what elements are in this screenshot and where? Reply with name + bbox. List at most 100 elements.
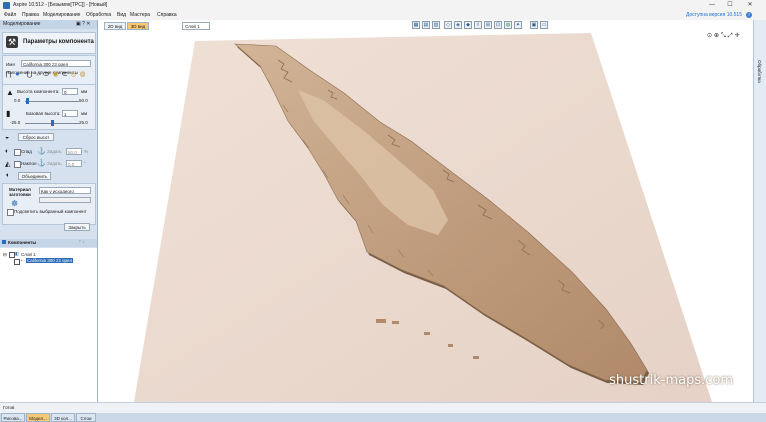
tree-expand-icon[interactable]: ⊟: [3, 252, 7, 258]
menu-machining[interactable]: Обработка: [86, 12, 111, 18]
height-max: 50.0: [79, 98, 88, 103]
island-4: [448, 344, 453, 347]
machining-strip[interactable]: Обработка: [753, 20, 766, 402]
tilt-icon: ◭: [5, 161, 11, 168]
highlight-label: Подсветить выбранный компонент: [14, 209, 87, 214]
tilt-checkbox[interactable]: [14, 161, 21, 168]
tab-modeling[interactable]: Модел...: [26, 413, 50, 422]
overlay-min-icon[interactable]: ⊂: [61, 71, 68, 78]
name-label: Имя: [6, 62, 15, 67]
tilt-unit: °: [84, 161, 86, 166]
base-height-max: 25.0: [79, 120, 88, 125]
tilt-input[interactable]: 0.0: [66, 160, 82, 167]
height-unit: мм: [81, 89, 88, 94]
anchor-icon: ⚓: [37, 148, 46, 155]
tilt-set-label: Задать: [47, 161, 62, 166]
base-height-label: Базовая высота:: [26, 111, 61, 116]
menu-help[interactable]: Справка: [157, 12, 177, 18]
tab-drawing[interactable]: Рисова...: [1, 413, 25, 422]
status-bar: Готов: [0, 402, 766, 413]
minimize-button[interactable]: —: [704, 1, 720, 10]
menu-file[interactable]: Файл: [4, 12, 16, 18]
maximize-button[interactable]: ☐: [722, 1, 738, 10]
material-label: Материал заготовки: [9, 187, 31, 197]
machining-strip-label: Обработка: [757, 60, 762, 83]
base-height-icon: ▮: [6, 109, 11, 118]
panel-header-icons[interactable]: ▣ ? ✕: [76, 21, 90, 27]
name-input[interactable]: California 300 z3 opeл: [21, 60, 91, 67]
fade-input[interactable]: 50.0: [66, 148, 82, 155]
move-arrows-icon[interactable]: ⇡⇣: [78, 239, 86, 245]
app-icon: [3, 2, 10, 9]
base-height-input[interactable]: 1: [62, 110, 78, 117]
components-title: Компоненты: [8, 240, 37, 245]
layer-folder-icon: ◧: [15, 251, 20, 256]
tree-layer[interactable]: Слой 1: [21, 252, 36, 257]
menu-modeling[interactable]: Моделирование: [43, 12, 80, 18]
overlay-low-icon[interactable]: ◌: [34, 71, 41, 78]
overlay-multiply-icon[interactable]: ◉: [52, 71, 59, 78]
reset-icon: ◒: [5, 134, 10, 141]
overlay-color-icon[interactable]: ◍: [79, 71, 86, 78]
modeling-panel: Моделирование ▣ ? ✕ ⚒ Параметры компонен…: [0, 20, 98, 422]
components-tree: ⊟ ◧ Слой 1 ◔ California 300 z3 opeл: [0, 248, 97, 408]
3d-viewport[interactable]: 2D вид 3D вид Слой 1 ▦ ▤ ▥ ◇ ◈ ◆ ◊ ⊞ ⊡ ◍…: [98, 20, 753, 402]
upgrade-link[interactable]: Доступна версия 10.515: [686, 12, 742, 18]
height-label: Высота компонента:: [17, 89, 60, 94]
merge-button[interactable]: Объединить: [18, 172, 51, 180]
reset-heights-button[interactable]: Сброс высот: [18, 133, 54, 141]
component-icon: ◔: [20, 258, 23, 263]
menu-edit[interactable]: Правка: [22, 12, 39, 18]
material-slider[interactable]: [39, 197, 91, 203]
panel-header: Моделирование ▣ ? ✕: [0, 20, 97, 29]
island-3: [424, 332, 430, 335]
base-height-unit: мм: [81, 111, 88, 116]
watermark: shustrik-maps.com: [609, 373, 733, 388]
height-section: ▲ Высота компонента: 0 мм 0.0 50.0 ▮ Баз…: [2, 84, 96, 130]
overlay-max-icon[interactable]: ◎: [70, 71, 77, 78]
overlay-merge-icon[interactable]: ●: [14, 71, 21, 78]
fade-unit: %: [84, 149, 89, 154]
tab-3d-clipart[interactable]: 3D кол...: [51, 413, 75, 422]
fade-icon: ◐: [5, 148, 10, 155]
panel-title: Моделирование: [3, 21, 41, 27]
components-header: Компоненты ⇡⇣: [0, 239, 97, 247]
wrench-icon: ⚒: [6, 36, 18, 48]
overlay-high-icon[interactable]: ⊃: [43, 71, 50, 78]
fade-set-label: Задать: [47, 149, 62, 154]
material-section: Материал заготовки Как у исходного ☸ Под…: [2, 183, 96, 225]
highlight-checkbox[interactable]: [7, 209, 14, 216]
island-2: [392, 321, 399, 324]
components-icon: [2, 240, 6, 244]
menu-view[interactable]: Вид: [117, 12, 126, 18]
tilt-label: Наклон: [21, 161, 37, 166]
island-1: [376, 319, 386, 323]
base-height-slider-thumb[interactable]: [51, 120, 54, 126]
height-input[interactable]: 0: [62, 88, 78, 95]
component-params-header: ⚒ Параметры компонента: [2, 32, 96, 54]
base-height-min: -25.0: [10, 120, 21, 125]
tree-component-item[interactable]: California 300 z3 opeл: [26, 258, 74, 263]
tilt-anchor-icon: ⚓: [37, 160, 46, 167]
island-5: [473, 356, 479, 359]
overlay-add-icon[interactable]: ⋂: [5, 71, 12, 78]
height-slider-track[interactable]: [25, 101, 79, 102]
close-button[interactable]: ✕: [742, 1, 758, 10]
menu-wizards[interactable]: Мастера: [130, 12, 150, 18]
tab-layers[interactable]: Слои: [76, 413, 96, 422]
close-panel-button[interactable]: Закрыть: [64, 223, 90, 231]
material-select[interactable]: Как у исходного: [39, 187, 91, 194]
help-icon[interactable]: ?: [746, 12, 752, 18]
fade-label: Спад: [21, 149, 32, 154]
3d-scene[interactable]: [98, 20, 753, 402]
params-title: Параметры компонента: [23, 39, 94, 45]
status-text: Готов: [3, 405, 15, 410]
merge-icon: ◖: [5, 172, 10, 179]
height-min: 0.0: [14, 98, 21, 103]
overlay-subtract-icon[interactable]: ⋃: [26, 71, 33, 78]
menu-bar: Файл Правка Моделирование Обработка Вид …: [0, 11, 766, 20]
fade-checkbox[interactable]: [14, 149, 21, 156]
material-icon: ☸: [11, 199, 19, 208]
height-slider-thumb[interactable]: [26, 98, 29, 104]
window-title: Aspire 10.512 - [Безымян[TPC]] - [Новый]: [13, 2, 108, 8]
